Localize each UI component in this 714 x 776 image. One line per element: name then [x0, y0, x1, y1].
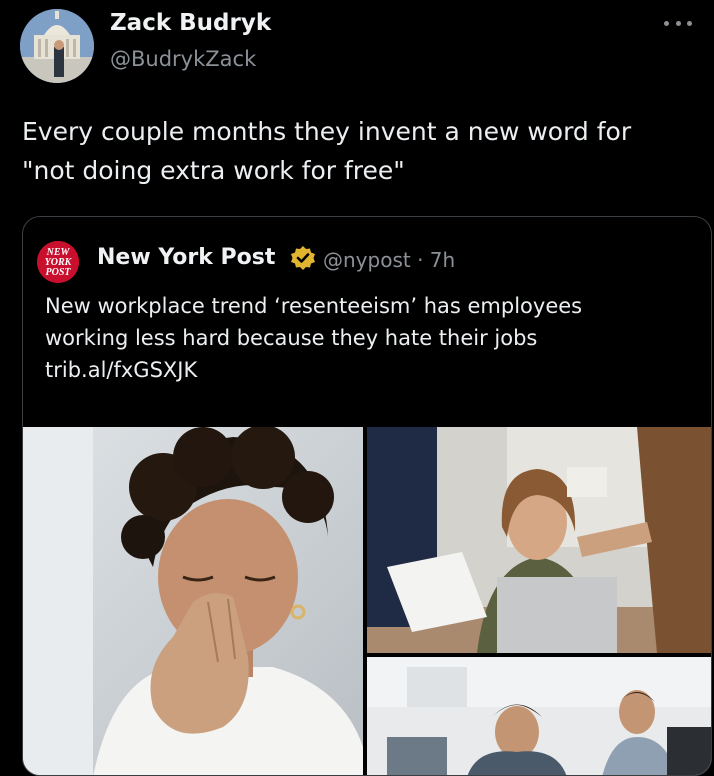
- quoted-handle-time[interactable]: @nypost · 7h: [323, 248, 455, 272]
- more-options-icon[interactable]: [664, 14, 692, 32]
- quoted-author-name[interactable]: New York Post: [97, 245, 275, 270]
- nypost-logo-text: POST: [46, 267, 72, 278]
- office-woman-with-papers-photo[interactable]: [367, 427, 711, 653]
- office-workers-photo[interactable]: [367, 657, 711, 775]
- quoted-tweet-card[interactable]: NEW YORK POST New York Post @nypost · 7h…: [22, 216, 712, 776]
- tweet-text-line: Every couple months they invent a new wo…: [22, 117, 632, 146]
- tweet-text: Every couple months they invent a new wo…: [22, 112, 702, 190]
- woman-stressed-photo[interactable]: [23, 427, 363, 775]
- quoted-link[interactable]: trib.al/fxGSXJK: [45, 354, 695, 386]
- verified-badge-icon: [289, 245, 317, 273]
- tweet-text-line: "not doing extra work for free": [22, 156, 405, 185]
- quoted-text-line: working less hard because they hate thei…: [45, 326, 538, 350]
- quoted-tweet-text: New workplace trend ‘resenteeism’ has em…: [45, 290, 695, 386]
- nypost-logo-icon[interactable]: NEW YORK POST: [37, 241, 79, 283]
- author-avatar[interactable]: [20, 9, 94, 83]
- quoted-text-line: New workplace trend ‘resenteeism’ has em…: [45, 294, 583, 318]
- author-handle[interactable]: @BudrykZack: [110, 47, 256, 71]
- author-name[interactable]: Zack Budryk: [110, 10, 271, 36]
